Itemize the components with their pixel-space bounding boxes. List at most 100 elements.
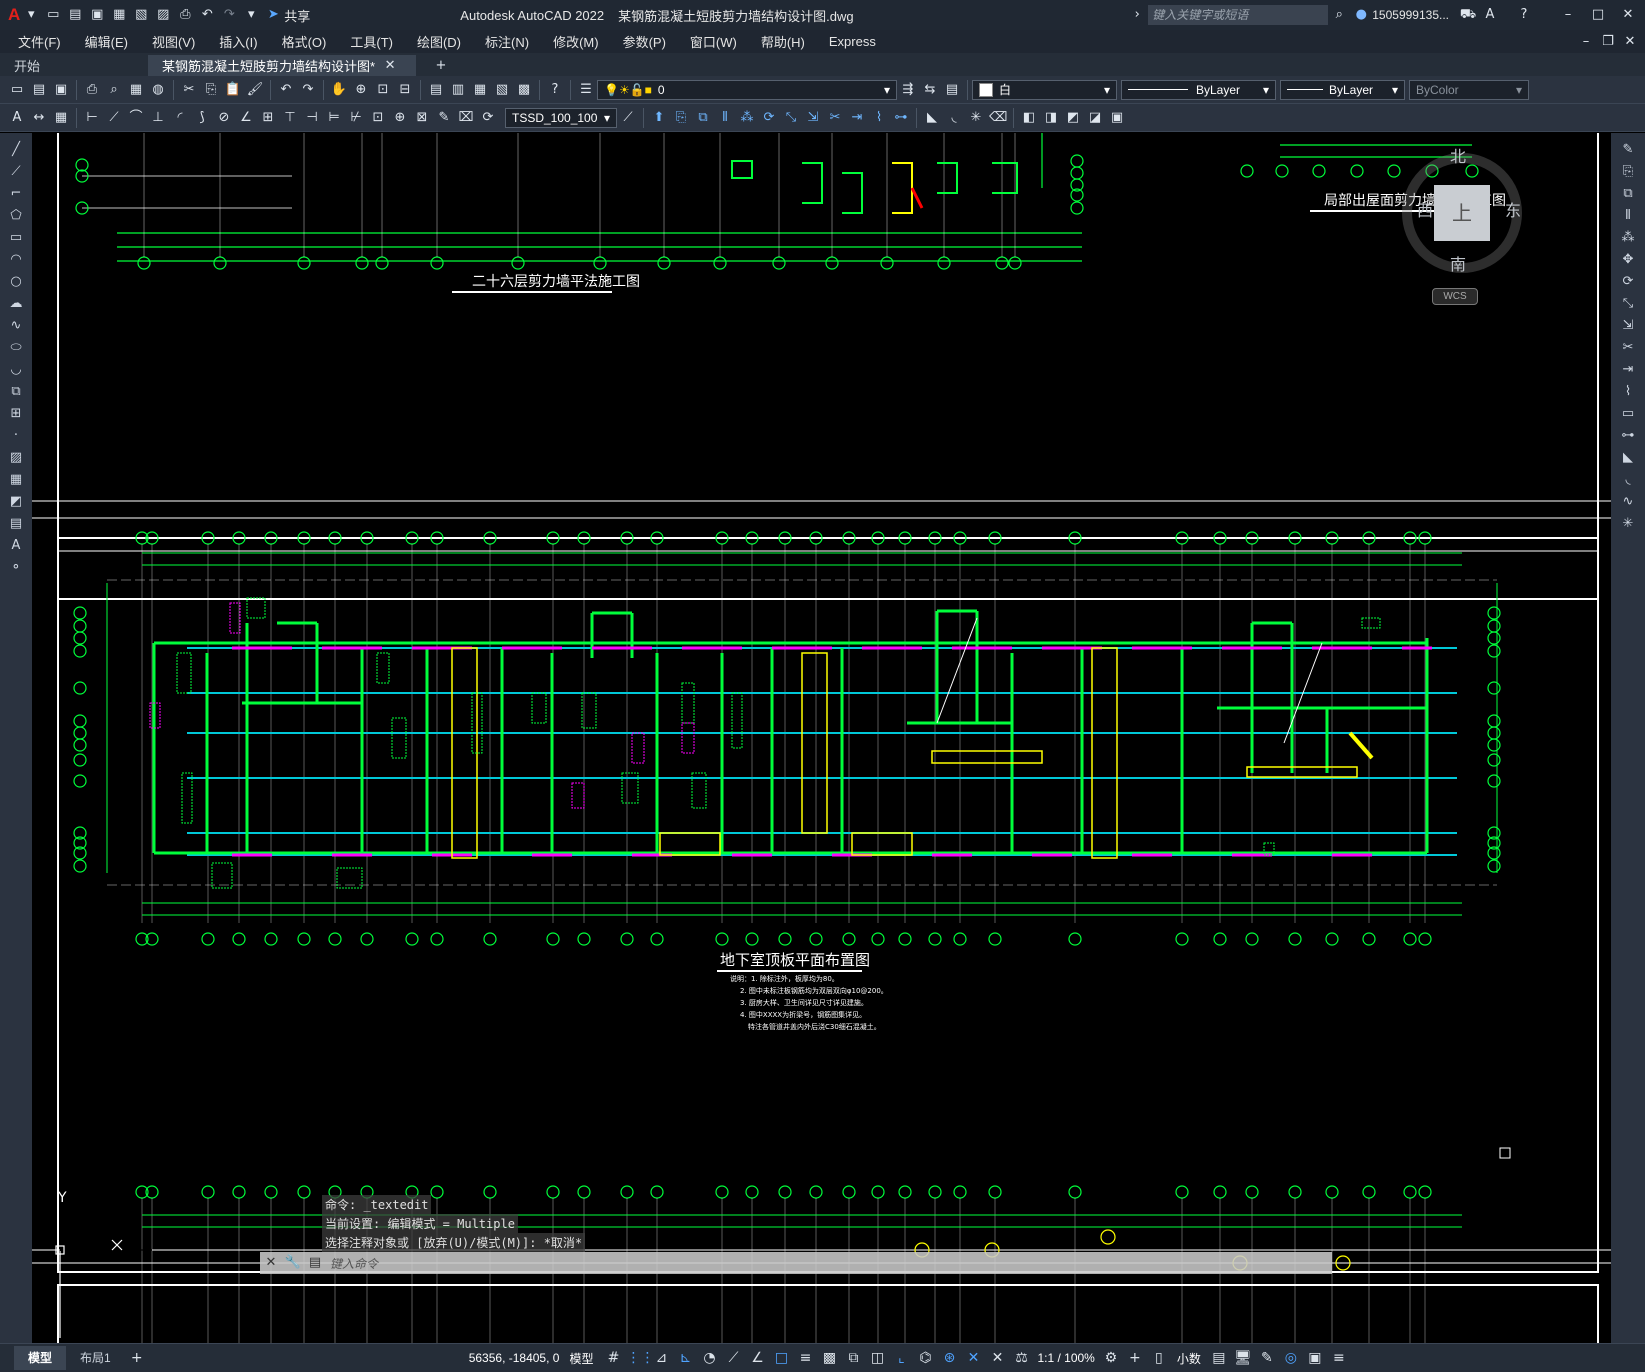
make-current-layer-icon[interactable]: ⇶ xyxy=(899,81,917,99)
center-mark-icon[interactable]: ⊕ xyxy=(391,109,409,127)
add-layout-icon[interactable]: + xyxy=(126,1347,148,1369)
doc-minimize-icon[interactable]: – xyxy=(1577,33,1595,51)
trim-icon[interactable]: ✂ xyxy=(1617,337,1639,359)
move-icon[interactable]: ✥ xyxy=(1617,249,1639,271)
draworder-back-icon[interactable]: ◨ xyxy=(1042,109,1060,127)
join-icon[interactable]: ⊶ xyxy=(1617,425,1639,447)
chamfer-icon[interactable]: ◣ xyxy=(923,109,941,127)
save-as-icon[interactable]: ▦ xyxy=(110,6,128,24)
stretch-icon[interactable]: ⇲ xyxy=(1617,315,1639,337)
viewcube-south[interactable]: 南 xyxy=(1450,251,1466,275)
copy-icon[interactable]: ⎘ xyxy=(1617,161,1639,183)
table-style-icon[interactable]: ▦ xyxy=(52,109,70,127)
tab-drawing[interactable]: 某钢筋混凝土短肢剪力墙结构设计图* ✕ xyxy=(148,55,416,76)
print-preview-icon[interactable]: ⌕ xyxy=(105,81,123,99)
text-front-icon[interactable]: ▣ xyxy=(1108,109,1126,127)
dynamic-ucs-icon[interactable]: ⌞ xyxy=(890,1347,912,1369)
array-icon[interactable]: ⁂ xyxy=(738,109,756,127)
dim-style-dropdown[interactable]: TSSD_100_100 ▾ xyxy=(505,107,617,128)
layer-previous-icon[interactable]: ⇆ xyxy=(921,81,939,99)
zoom-previous-icon[interactable]: ⊟ xyxy=(396,81,414,99)
maximize-icon[interactable]: □ xyxy=(1589,6,1607,24)
open-file-icon[interactable]: ▤ xyxy=(66,6,84,24)
lock-ui-icon[interactable]: 🖥 xyxy=(1232,1347,1254,1369)
object-snap-icon[interactable]: □ xyxy=(770,1347,792,1369)
break-icon[interactable]: ▭ xyxy=(1617,403,1639,425)
construction-line-icon[interactable]: ⟋ xyxy=(5,161,27,183)
hardware-acceleration-icon[interactable]: ◎ xyxy=(1280,1347,1302,1369)
match-properties-icon[interactable]: 🖌 xyxy=(246,81,264,99)
3d-osnap-icon[interactable]: ◫ xyxy=(866,1347,888,1369)
linetype-dropdown[interactable]: ByLayer ▾ xyxy=(1121,79,1276,100)
hatch-icon[interactable]: ▨ xyxy=(5,447,27,469)
scale-icon[interactable]: ⤡ xyxy=(1617,293,1639,315)
close-command-icon[interactable]: ✕ xyxy=(262,1254,280,1272)
isolate-objects-icon[interactable]: ✎ xyxy=(1256,1347,1278,1369)
viewcube-north[interactable]: 北 xyxy=(1450,143,1466,167)
annotation-scale-icon[interactable]: ⚖ xyxy=(1010,1347,1032,1369)
selection-filter-icon[interactable]: ⌬ xyxy=(914,1347,936,1369)
tab-start[interactable]: 开始 xyxy=(0,55,148,76)
tolerance-icon[interactable]: ⊡ xyxy=(369,109,387,127)
snap-icon[interactable]: ⋮⋮ xyxy=(626,1347,654,1369)
sheet-set-icon[interactable]: ▧ xyxy=(493,81,511,99)
color-dropdown[interactable]: 白 ▾ xyxy=(972,79,1117,100)
insert-block-icon[interactable]: ⧉ xyxy=(5,381,27,403)
quick-access-dropdown-icon[interactable]: ▾ xyxy=(242,6,260,24)
break-at-point-icon[interactable]: ⌇ xyxy=(1617,381,1639,403)
layer-state-icon[interactable]: ▤ xyxy=(943,81,961,99)
mirror-icon[interactable]: ⧉ xyxy=(1617,183,1639,205)
tab-close-icon[interactable]: ✕ xyxy=(381,57,399,75)
autodesk-a360-icon[interactable]: A xyxy=(1481,6,1499,24)
zoom-window-icon[interactable]: ⊡ xyxy=(374,81,392,99)
baseline-dim-icon[interactable]: ⊤ xyxy=(281,109,299,127)
menu-edit[interactable]: 编辑(E) xyxy=(73,32,140,51)
dim-break-icon[interactable]: ⊬ xyxy=(347,109,365,127)
search-expand-icon[interactable]: › xyxy=(1128,6,1146,24)
paste-icon[interactable]: 📋 xyxy=(224,81,242,99)
ortho-icon[interactable]: ⊾ xyxy=(674,1347,696,1369)
viewcube-face[interactable]: 上 xyxy=(1434,185,1490,241)
radius-dim-icon[interactable]: ◜ xyxy=(171,109,189,127)
ellipse-arc-icon[interactable]: ◡ xyxy=(5,359,27,381)
pan-icon[interactable]: ✋ xyxy=(330,81,348,99)
menu-window[interactable]: 窗口(W) xyxy=(678,32,749,51)
clean-screen-icon[interactable]: ▣ xyxy=(1304,1347,1326,1369)
viewcube-west[interactable]: 西 xyxy=(1417,197,1433,221)
new-icon[interactable]: ▭ xyxy=(8,81,26,99)
dim-update-icon[interactable]: ⟳ xyxy=(479,109,497,127)
plot-icon[interactable]: ⎙ xyxy=(176,6,194,24)
tab-model[interactable]: 模型 xyxy=(14,1346,67,1370)
new-tab-button[interactable]: + xyxy=(416,55,466,76)
autocad-logo-icon[interactable]: A xyxy=(8,5,20,25)
mirror-icon[interactable]: ⧉ xyxy=(694,109,712,127)
quick-dim-icon[interactable]: ⊞ xyxy=(259,109,277,127)
redo-icon[interactable]: ↷ xyxy=(299,81,317,99)
point-icon[interactable]: · xyxy=(5,425,27,447)
cart-icon[interactable]: ⛟ xyxy=(1459,6,1477,24)
tab-layout1[interactable]: 布局1 xyxy=(66,1346,125,1370)
fillet-icon[interactable]: ◟ xyxy=(945,109,963,127)
make-block-icon[interactable]: ⊞ xyxy=(5,403,27,425)
explode-icon[interactable]: ✳ xyxy=(967,109,985,127)
layer-dropdown[interactable]: 💡☀🔓■ 0 ▾ xyxy=(597,79,897,100)
help-icon[interactable]: ? xyxy=(546,81,564,99)
text-style-icon[interactable]: A xyxy=(8,109,26,127)
print-icon[interactable]: ⎙ xyxy=(83,81,101,99)
auto-scale-icon[interactable]: ✕ xyxy=(986,1347,1008,1369)
units-icon[interactable]: ▯ xyxy=(1148,1347,1170,1369)
dim-space-icon[interactable]: ⊨ xyxy=(325,109,343,127)
annotation-scale-value[interactable]: 1:1 / 100% xyxy=(1037,1351,1094,1365)
aligned-dim-icon[interactable]: ⟋ xyxy=(105,109,123,127)
customize-command-icon[interactable]: 🔧 xyxy=(284,1254,302,1272)
offset-icon[interactable]: ⫴ xyxy=(716,109,734,127)
line-icon[interactable]: ╱ xyxy=(5,139,27,161)
save-icon[interactable]: ▣ xyxy=(52,81,70,99)
menu-file[interactable]: 文件(F) xyxy=(6,32,73,51)
mtext-icon[interactable]: A xyxy=(5,535,27,557)
polygon-icon[interactable]: ⬠ xyxy=(5,205,27,227)
dim-style-icon[interactable]: ↔ xyxy=(30,109,48,127)
polyline-icon[interactable]: ⌐ xyxy=(5,183,27,205)
command-line[interactable]: ✕ 🔧 ▤ 键入命令 xyxy=(260,1252,1332,1274)
quick-properties-icon[interactable]: ▤ xyxy=(1208,1347,1230,1369)
